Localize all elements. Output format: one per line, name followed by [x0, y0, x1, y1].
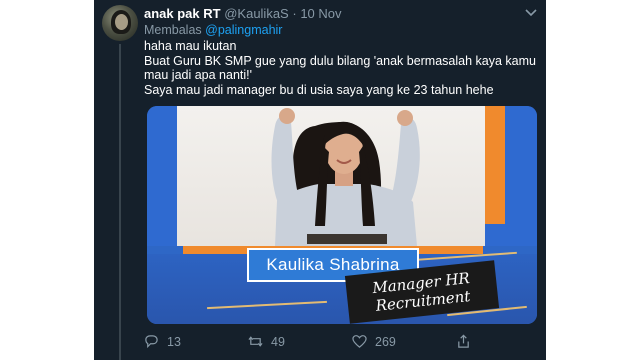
author-handle[interactable]: @KaulikaS [224, 6, 289, 21]
reply-context: Membalas @palingmahir [144, 23, 282, 37]
tweet-header: anak pak RT @KaulikaS · 10 Nov [144, 6, 342, 21]
heart-icon [352, 335, 367, 348]
tweet-date[interactable]: 10 Nov [300, 6, 341, 21]
share-button[interactable] [456, 334, 479, 349]
reply-icon [145, 335, 158, 349]
tweet-text-line: haha mau ikutan [144, 39, 237, 53]
tweet-actions: 13 49 269 [144, 334, 544, 354]
tweet-image[interactable]: Kaulika Shabrina Manager HR Recruitment [147, 106, 537, 324]
retweet-count: 49 [271, 334, 285, 349]
retweet-icon [248, 336, 263, 347]
tweet-text-line: Saya mau jadi manager bu di usia saya ya… [144, 82, 494, 97]
reply-mention-link[interactable]: @palingmahir [205, 23, 282, 37]
avatar-face [115, 14, 128, 30]
chevron-down-icon[interactable] [524, 8, 538, 18]
reply-button[interactable]: 13 [144, 334, 181, 349]
separator: · [292, 6, 297, 21]
like-count: 269 [375, 334, 396, 349]
reply-prefix: Membalas [144, 23, 202, 37]
retweet-button[interactable]: 49 [248, 334, 285, 349]
author-name[interactable]: anak pak RT [144, 6, 221, 21]
tweet-text-line: Buat Guru BK SMP gue yang dulu bilang 'a… [144, 53, 536, 83]
thread-line [119, 44, 121, 360]
like-button[interactable]: 269 [352, 334, 396, 349]
tweet-card[interactable]: anak pak RT @KaulikaS · 10 Nov Membalas … [94, 0, 546, 360]
reply-count: 13 [167, 334, 181, 349]
tweet-text: haha mau ikutan Buat Guru BK SMP gue yan… [144, 39, 538, 97]
avatar[interactable] [102, 5, 138, 41]
share-icon [458, 334, 469, 348]
